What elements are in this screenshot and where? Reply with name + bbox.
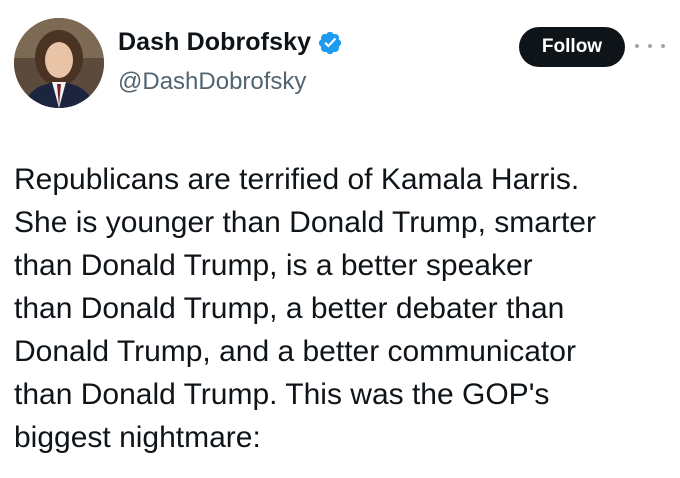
- tweet-line: than Donald Trump, a better debater than: [14, 292, 565, 325]
- author-handle[interactable]: @DashDobrofsky: [118, 68, 306, 96]
- tweet-line: biggest nightmare:: [14, 421, 261, 454]
- tweet-line: than Donald Trump, is a better speaker: [14, 249, 533, 282]
- tweet-line: Republicans are terrified of Kamala Harr…: [14, 163, 580, 196]
- more-dot: [648, 44, 652, 48]
- avatar-image: [14, 18, 104, 108]
- tweet-line: She is younger than Donald Trump, smarte…: [14, 206, 596, 239]
- verified-badge-icon: [319, 31, 342, 54]
- tweet-line: Donald Trump, and a better communicator: [14, 335, 576, 368]
- avatar[interactable]: [14, 18, 104, 108]
- author-display-name[interactable]: Dash Dobrofsky: [118, 28, 311, 57]
- more-dot: [661, 44, 665, 48]
- more-dot: [635, 44, 639, 48]
- tweet-line: than Donald Trump. This was the GOP's: [14, 378, 550, 411]
- more-options-icon[interactable]: [635, 36, 665, 56]
- author-name-row: Dash Dobrofsky: [118, 28, 343, 57]
- follow-button[interactable]: Follow: [519, 27, 625, 67]
- tweet-text: Republicans are terrified of Kamala Harr…: [14, 158, 674, 459]
- tweet-card: Dash Dobrofsky @DashDobrofsky Follow Rep…: [0, 0, 680, 478]
